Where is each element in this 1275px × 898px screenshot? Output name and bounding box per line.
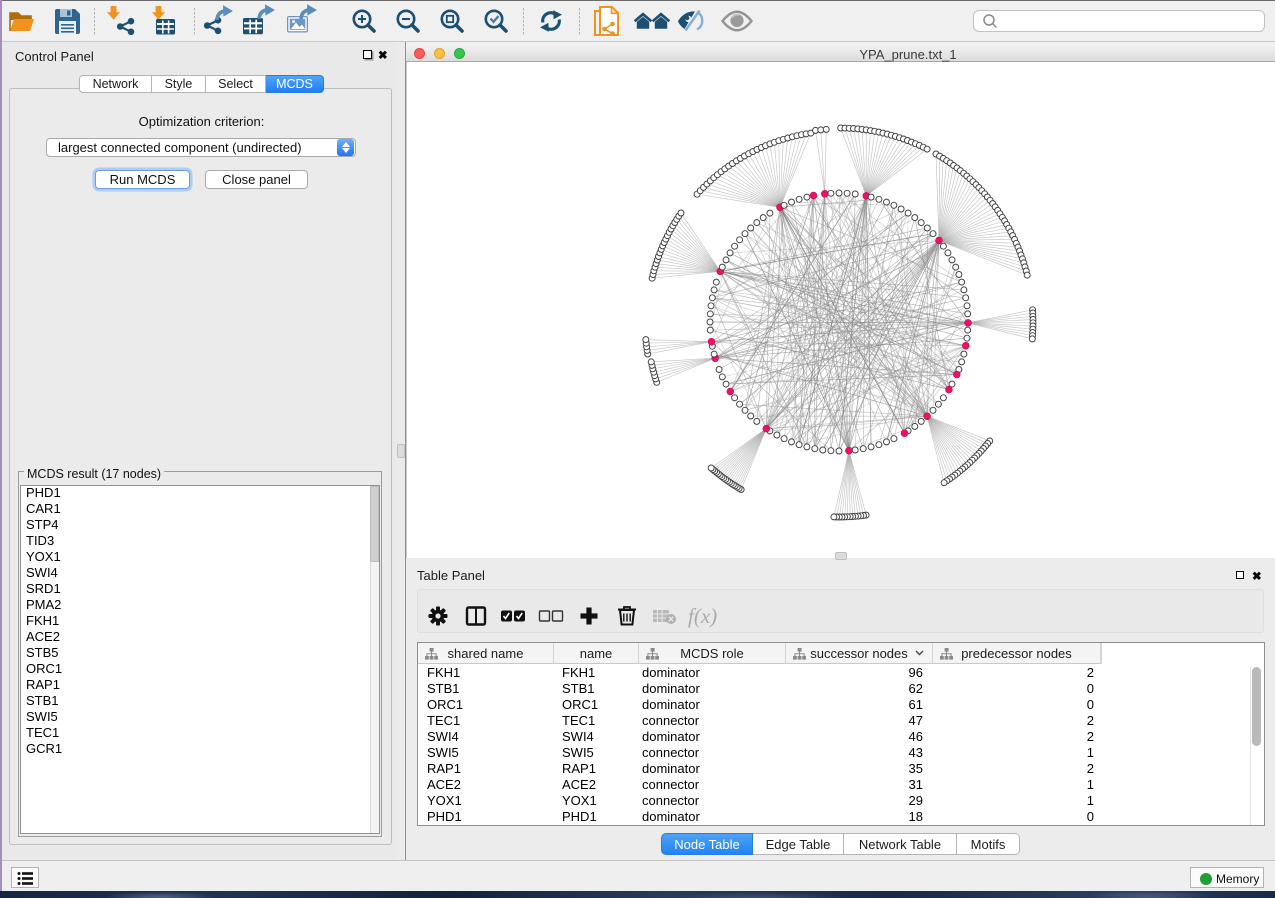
svg-text:f(x): f(x): [688, 604, 717, 628]
